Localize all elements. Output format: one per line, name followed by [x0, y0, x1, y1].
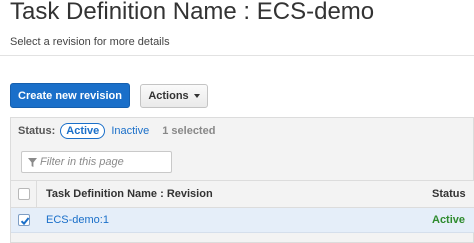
task-definition-link[interactable]: ECS-demo:1: [46, 214, 109, 226]
status-filter-label: Status:: [18, 125, 56, 137]
header-divider: [0, 55, 474, 56]
row-checkbox[interactable]: [18, 214, 30, 226]
column-header-name-revision[interactable]: Task Definition Name : Revision: [46, 188, 213, 200]
caret-down-icon: [193, 94, 200, 98]
table-header: Task Definition Name : Revision Status: [11, 180, 474, 208]
filter-funnel-icon: [28, 157, 37, 167]
status-inactive-toggle[interactable]: Inactive: [111, 125, 149, 137]
table-row[interactable]: ECS-demo:1 Active: [11, 208, 474, 233]
select-all-checkbox[interactable]: [18, 188, 30, 200]
status-filter: Status: Active Inactive 1 selected: [18, 122, 215, 140]
checkmark-icon: [20, 217, 30, 226]
page-subtitle: Select a revision for more details: [10, 36, 170, 48]
page-title: Task Definition Name : ECS-demo: [10, 0, 375, 25]
filter-input[interactable]: [40, 156, 170, 168]
actions-dropdown-button[interactable]: Actions: [140, 84, 208, 108]
column-divider: [36, 181, 37, 208]
row-status: Active: [432, 214, 466, 226]
task-definition-page: Task Definition Name : ECS-demo Select a…: [0, 0, 474, 243]
status-active-toggle[interactable]: Active: [60, 123, 106, 139]
actions-button-label: Actions: [148, 90, 189, 102]
selected-count: 1 selected: [162, 125, 216, 137]
create-new-revision-button[interactable]: Create new revision: [10, 83, 130, 108]
filter-field[interactable]: [21, 151, 172, 173]
column-header-status[interactable]: Status: [432, 188, 466, 200]
